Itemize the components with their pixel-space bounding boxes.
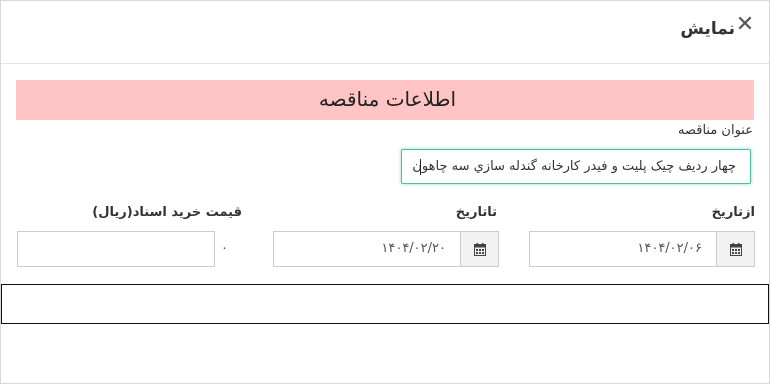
to-date-label: تاتاریخ — [455, 205, 497, 220]
dialog-header: ✕ نمایش — [1, 1, 769, 64]
calendar-icon — [474, 243, 486, 256]
to-date-value: ۱۴۰۴/۰۲/۲۰ — [381, 241, 446, 256]
price-label: قیمت خرید اسناد(ریال) — [92, 205, 242, 220]
price-value: ۰ — [221, 241, 228, 256]
section-banner: اطلاعات مناقصه — [16, 80, 754, 120]
from-date-label: ازتاریخ — [711, 205, 755, 220]
dialog: ✕ نمایش اطلاعات مناقصه عنوان مناقصه چهار… — [0, 0, 770, 384]
subject-input-value: چهار رديف چيک پليت و فيدر كارخانه گندله … — [412, 159, 736, 174]
close-icon[interactable]: ✕ — [735, 13, 755, 37]
subject-input[interactable]: چهار رديف چيک پليت و فيدر كارخانه گندله … — [401, 149, 751, 184]
dialog-title: نمایش — [680, 19, 735, 39]
calendar-icon — [730, 243, 742, 256]
from-date-value: ۱۴۰۴/۰۲/۰۶ — [637, 241, 702, 256]
section-banner-title: اطلاعات مناقصه — [318, 87, 456, 111]
to-date-calendar-button[interactable] — [460, 231, 499, 267]
from-date-calendar-button[interactable] — [716, 231, 755, 267]
subject-label: عنوان مناقصه — [678, 123, 753, 138]
text-caret — [420, 159, 421, 175]
price-input[interactable]: ۰ — [17, 231, 228, 267]
content-box — [1, 284, 769, 324]
to-date-input[interactable]: ۱۴۰۴/۰۲/۲۰ — [273, 231, 461, 267]
from-date-input[interactable]: ۱۴۰۴/۰۲/۰۶ — [529, 231, 717, 267]
